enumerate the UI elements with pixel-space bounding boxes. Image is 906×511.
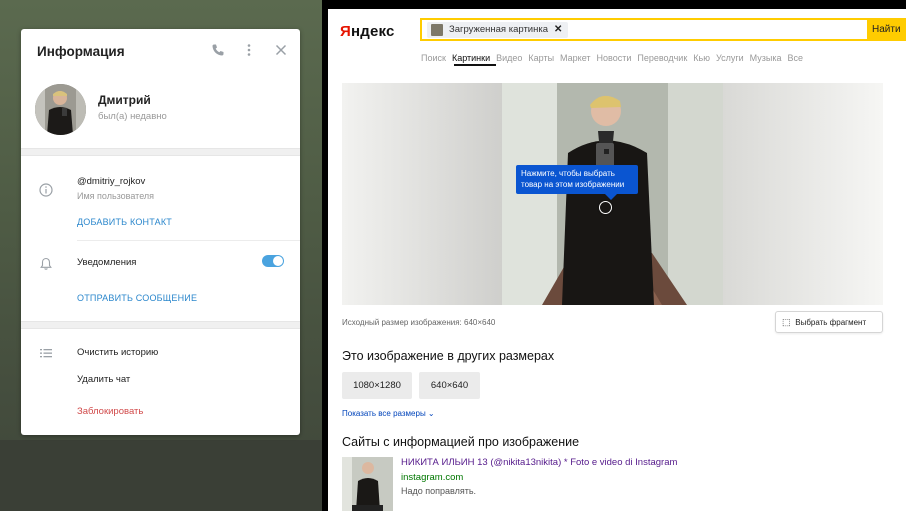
divider bbox=[77, 240, 300, 241]
select-fragment-button[interactable]: ⬚ Выбрать фрагмент bbox=[775, 311, 883, 333]
list-icon bbox=[39, 346, 53, 360]
tab-news[interactable]: Новости bbox=[597, 53, 632, 63]
chevron-down-icon: ⌄ bbox=[427, 409, 435, 418]
tab-all[interactable]: Все bbox=[787, 53, 803, 63]
info-section: @dmitriy_rojkov Имя пользователя ДОБАВИТ… bbox=[21, 156, 300, 321]
user-info-panel: Информация Дмитрий был(а) недавно @dmitr… bbox=[21, 29, 300, 435]
site-result-domain[interactable]: instagram.com bbox=[401, 472, 463, 483]
tab-translator[interactable]: Переводчик bbox=[637, 53, 687, 63]
tab-maps[interactable]: Карты bbox=[528, 53, 554, 63]
yandex-images-page: Яндекс Загруженная картинка ✕ Найти Поиск… bbox=[328, 9, 906, 511]
sites-heading: Сайты с информацией про изображение bbox=[342, 435, 580, 449]
image-viewer[interactable]: Нажмите, чтобы выбрать товар на этом изо… bbox=[342, 83, 883, 305]
section-separator bbox=[21, 321, 300, 329]
block-user-button[interactable]: Заблокировать bbox=[77, 406, 143, 417]
crop-search-icon: ⬚ bbox=[782, 317, 791, 327]
profile-block: Дмитрий был(а) недавно bbox=[21, 73, 300, 148]
section-separator bbox=[21, 148, 300, 156]
actions-section: Очистить историю Удалить чат Заблокирова… bbox=[21, 329, 300, 434]
uploaded-image-thumbnail bbox=[431, 24, 443, 36]
tab-music[interactable]: Музыка bbox=[750, 53, 782, 63]
toggle-knob bbox=[273, 256, 283, 266]
tab-video[interactable]: Видео bbox=[496, 53, 522, 63]
other-sizes-heading: Это изображение в других размерах bbox=[342, 349, 555, 363]
avatar[interactable] bbox=[35, 84, 86, 135]
add-contact-button[interactable]: ДОБАВИТЬ КОНТАКТ bbox=[77, 217, 172, 227]
username-value[interactable]: @dmitriy_rojkov bbox=[77, 176, 145, 187]
tab-market[interactable]: Маркет bbox=[560, 53, 590, 63]
site-result-thumbnail[interactable] bbox=[342, 457, 393, 511]
search-button[interactable]: Найти bbox=[868, 18, 906, 41]
yandex-logo[interactable]: Яндекс bbox=[340, 23, 395, 40]
site-result-title-link[interactable]: НИКИТА ИЛЬИН 13 (@nikita13nikita) * Foto… bbox=[401, 457, 677, 468]
panel-header: Информация bbox=[21, 29, 300, 73]
profile-name: Дмитрий bbox=[98, 93, 151, 107]
tab-services[interactable]: Услуги bbox=[716, 53, 744, 63]
clear-history-button[interactable]: Очистить историю bbox=[77, 347, 158, 358]
active-tab-underline bbox=[454, 64, 496, 66]
service-tabs: Поиск Картинки Видео Карты Маркет Новости Пере… bbox=[421, 48, 809, 66]
close-icon[interactable] bbox=[273, 43, 289, 59]
profile-status: был(а) недавно bbox=[98, 111, 167, 122]
size-option-640x640[interactable]: 640×640 bbox=[419, 372, 480, 399]
info-icon bbox=[39, 183, 53, 197]
panel-title: Информация bbox=[37, 44, 125, 59]
tab-search[interactable]: Поиск bbox=[421, 53, 446, 63]
product-hotspot[interactable] bbox=[599, 201, 612, 214]
original-size-label: Исходный размер изображения: 640×640 bbox=[342, 318, 496, 327]
close-icon[interactable]: ✕ bbox=[554, 22, 562, 38]
notifications-toggle[interactable] bbox=[262, 255, 284, 267]
send-message-button[interactable]: ОТПРАВИТЬ СООБЩЕНИЕ bbox=[77, 293, 197, 303]
site-result-description: Надо поправлять. bbox=[401, 486, 477, 496]
uploaded-image-chip[interactable]: Загруженная картинка ✕ bbox=[427, 22, 569, 38]
delete-chat-button[interactable]: Удалить чат bbox=[77, 374, 130, 385]
bell-icon bbox=[39, 257, 53, 271]
show-all-sizes-link[interactable]: Показать все размеры ⌄ bbox=[342, 409, 435, 418]
tab-q[interactable]: Кью bbox=[693, 53, 710, 63]
size-option-1080x1280[interactable]: 1080×1280 bbox=[342, 372, 412, 399]
search-input[interactable]: Загруженная картинка ✕ bbox=[420, 18, 869, 41]
tab-images[interactable]: Картинки bbox=[452, 53, 490, 63]
product-select-tooltip: Нажмите, чтобы выбрать товар на этом изо… bbox=[516, 165, 638, 194]
uploaded-image-label: Загруженная картинка bbox=[449, 24, 548, 35]
notifications-label: Уведомления bbox=[77, 257, 137, 268]
select-fragment-label: Выбрать фрагмент bbox=[795, 318, 867, 327]
phone-icon[interactable] bbox=[210, 43, 226, 59]
more-vertical-icon[interactable] bbox=[241, 43, 257, 59]
username-label: Имя пользователя bbox=[77, 191, 155, 201]
